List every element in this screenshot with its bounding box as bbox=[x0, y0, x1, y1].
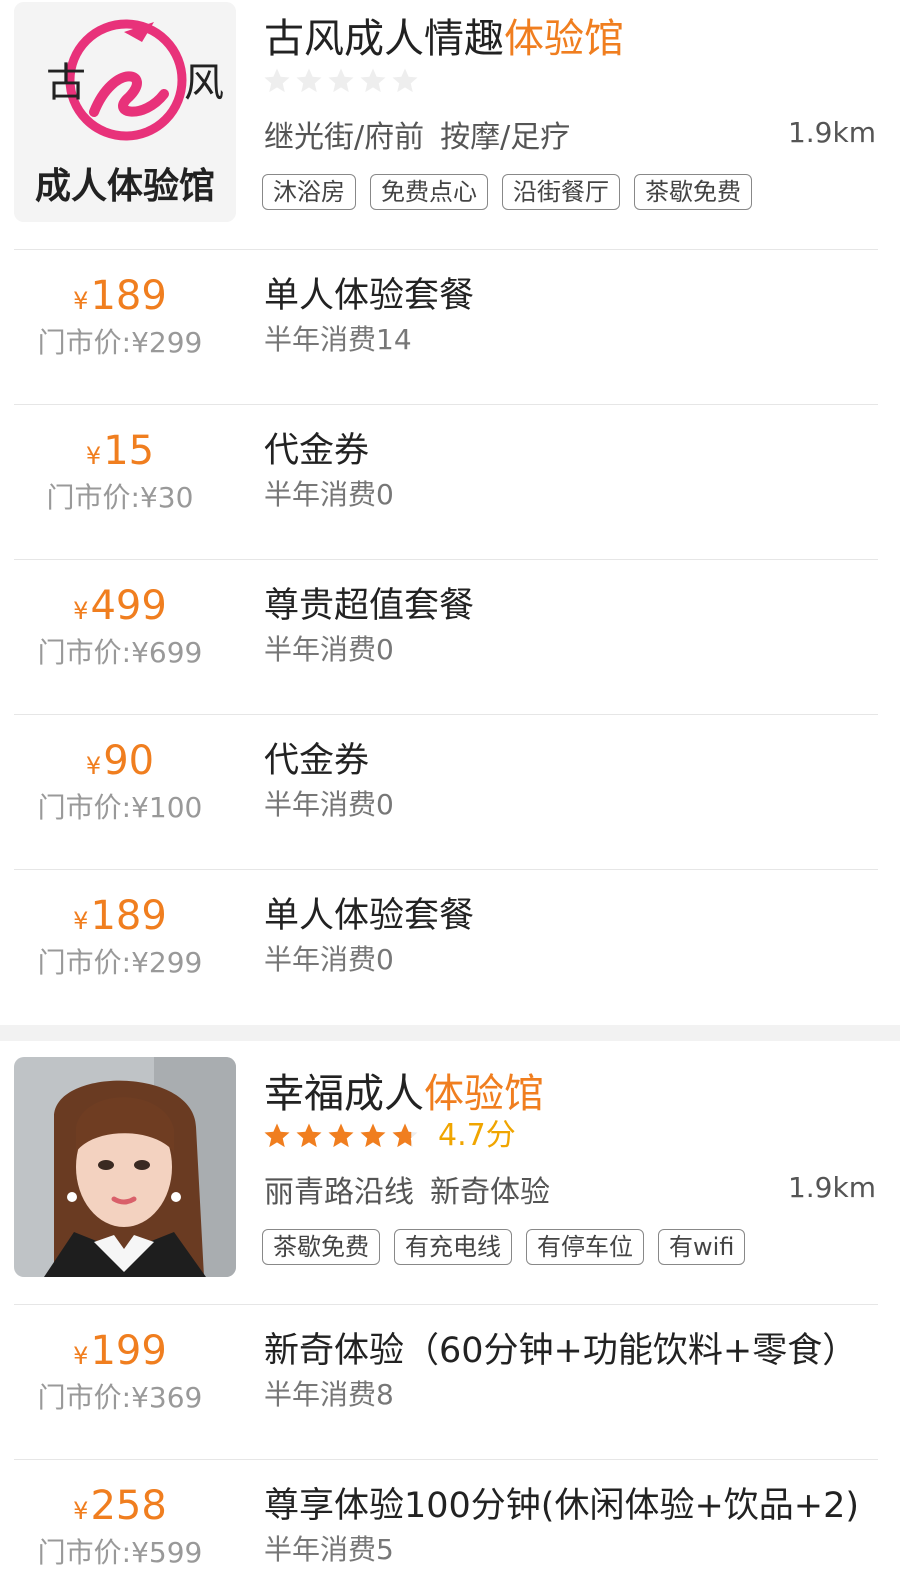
store-title-prefix: 古风成人情趣 bbox=[264, 16, 504, 62]
deal-original-price: 门市价:¥699 bbox=[37, 636, 203, 669]
deal-title: 新奇体验（60分钟+功能饮料+零食） bbox=[264, 1331, 858, 1371]
store-distance: 1.9km bbox=[787, 1171, 876, 1204]
star-empty-icon bbox=[360, 68, 386, 93]
deal-sales: 半年消费14 bbox=[264, 323, 412, 356]
deal-row[interactable]: ¥499 门市价:¥699 尊贵超值套餐 半年消费0 bbox=[0, 560, 900, 715]
deal-sales: 半年消费0 bbox=[264, 478, 394, 511]
rating-stars bbox=[262, 66, 420, 96]
deal-original-price: 门市价:¥369 bbox=[37, 1381, 203, 1414]
logo-text-right: 风 bbox=[184, 60, 224, 106]
deal-row[interactable]: ¥15 门市价:¥30 代金券 半年消费0 bbox=[0, 405, 900, 560]
deal-title: 尊贵超值套餐 bbox=[264, 586, 475, 626]
store-tag: 茶歇免费 bbox=[262, 1229, 380, 1265]
star-filled-icon bbox=[360, 1123, 386, 1148]
store-tag: 有停车位 bbox=[526, 1229, 644, 1265]
deal-price: ¥189 bbox=[73, 893, 167, 939]
deal-original-price: 门市价:¥299 bbox=[37, 326, 203, 359]
star-half-icon bbox=[392, 1123, 418, 1148]
deal-row[interactable]: ¥189 门市价:¥299 单人体验套餐 半年消费0 bbox=[0, 870, 900, 1025]
deal-original-price: 门市价:¥100 bbox=[37, 791, 203, 824]
store-title[interactable]: 幸福成人体验馆 bbox=[264, 1061, 544, 1119]
store-photo-graphic bbox=[14, 1057, 236, 1277]
deal-sales: 半年消费5 bbox=[264, 1533, 394, 1566]
section-gap bbox=[0, 1025, 900, 1041]
deal-row[interactable]: ¥258 门市价:¥599 尊享体验100分钟(休闲体验+饮品+2) 半年消费5 bbox=[0, 1460, 900, 1595]
store-tag: 沐浴房 bbox=[262, 174, 356, 210]
store-photo[interactable] bbox=[14, 1057, 236, 1277]
price-block: ¥499 门市价:¥699 bbox=[14, 582, 226, 671]
deal-price: ¥15 bbox=[85, 428, 155, 474]
star-filled-icon bbox=[328, 1123, 354, 1148]
deal-sales: 半年消费0 bbox=[264, 788, 394, 821]
star-empty-icon bbox=[264, 68, 290, 93]
deal-sales: 半年消费0 bbox=[264, 633, 394, 666]
rating-text: 4.7分 bbox=[438, 1118, 516, 1153]
deal-row[interactable]: ¥189 门市价:¥299 单人体验套餐 半年消费14 bbox=[0, 250, 900, 405]
store-title-highlight: 体验馆 bbox=[504, 16, 624, 62]
store-area: 继光街/府前 bbox=[264, 120, 425, 155]
store-distance: 1.9km bbox=[787, 116, 876, 149]
deal-price: ¥90 bbox=[85, 738, 155, 784]
store-logo[interactable]: 古 风 成人体验馆 bbox=[14, 2, 236, 222]
deal-price: ¥189 bbox=[73, 273, 167, 319]
store-tag: 沿街餐厅 bbox=[502, 174, 620, 210]
store-tag: 茶歇免费 bbox=[634, 174, 752, 210]
store-title[interactable]: 古风成人情趣体验馆 bbox=[264, 6, 624, 64]
store-location: 继光街/府前 按摩/足疗 bbox=[264, 112, 570, 156]
deal-original-price: 门市价:¥299 bbox=[37, 946, 203, 979]
deal-original-price: 门市价:¥599 bbox=[37, 1536, 203, 1569]
store-location: 丽青路沿线 新奇体验 bbox=[264, 1167, 550, 1211]
store-tags: 沐浴房 免费点心 沿街餐厅 茶歇免费 bbox=[262, 174, 752, 210]
deal-price: ¥499 bbox=[73, 583, 167, 629]
store-card[interactable]: 古 风 成人体验馆 古风成人情趣体验馆 继光街/府前 按摩/足疗 1.9km 沐浴… bbox=[0, 0, 900, 1025]
deal-sales: 半年消费0 bbox=[264, 943, 394, 976]
store-title-highlight: 体验馆 bbox=[424, 1071, 544, 1117]
logo-graphic: 古 风 成人体验馆 bbox=[14, 2, 236, 222]
deal-price: ¥199 bbox=[73, 1328, 167, 1374]
deal-title: 代金券 bbox=[264, 431, 370, 471]
price-block: ¥258 门市价:¥599 bbox=[14, 1482, 226, 1571]
deal-row[interactable]: ¥90 门市价:¥100 代金券 半年消费0 bbox=[0, 715, 900, 870]
logo-text-bottom: 成人体验馆 bbox=[35, 165, 215, 207]
store-area: 丽青路沿线 bbox=[264, 1175, 414, 1210]
store-category: 按摩/足疗 bbox=[440, 120, 571, 155]
deal-title: 单人体验套餐 bbox=[264, 896, 475, 936]
star-empty-icon bbox=[328, 68, 354, 93]
price-block: ¥189 门市价:¥299 bbox=[14, 892, 226, 981]
price-block: ¥15 门市价:¥30 bbox=[14, 427, 226, 516]
star-empty-icon bbox=[392, 68, 418, 93]
store-tag: 有wifi bbox=[658, 1229, 746, 1265]
store-tag: 免费点心 bbox=[370, 174, 488, 210]
star-filled-icon bbox=[264, 1123, 290, 1148]
deal-row[interactable]: ¥199 门市价:¥369 新奇体验（60分钟+功能饮料+零食） 半年消费8 bbox=[0, 1305, 900, 1460]
store-header[interactable]: 古 风 成人体验馆 古风成人情趣体验馆 继光街/府前 按摩/足疗 1.9km 沐浴… bbox=[0, 0, 900, 250]
deal-title: 尊享体验100分钟(休闲体验+饮品+2) bbox=[264, 1486, 860, 1526]
deal-price: ¥258 bbox=[73, 1483, 167, 1529]
store-category: 新奇体验 bbox=[430, 1175, 550, 1210]
rating-stars: 4.7分 bbox=[262, 1121, 516, 1151]
store-tags: 茶歇免费 有充电线 有停车位 有wifi bbox=[262, 1229, 746, 1265]
deal-title: 单人体验套餐 bbox=[264, 276, 475, 316]
deal-original-price: 门市价:¥30 bbox=[46, 481, 194, 514]
store-card[interactable]: 幸福成人体验馆 4.7分 丽青路沿线 新奇体验 1.9km 茶歇免费 有充电线 有… bbox=[0, 1055, 900, 1595]
price-block: ¥90 门市价:¥100 bbox=[14, 737, 226, 826]
store-title-prefix: 幸福成人 bbox=[264, 1071, 424, 1117]
deal-sales: 半年消费8 bbox=[264, 1378, 394, 1411]
star-filled-icon bbox=[296, 1123, 322, 1148]
deal-title: 代金券 bbox=[264, 741, 370, 781]
price-block: ¥199 门市价:¥369 bbox=[14, 1327, 226, 1416]
store-tag: 有充电线 bbox=[394, 1229, 512, 1265]
star-empty-icon bbox=[296, 68, 322, 93]
logo-text-left: 古 bbox=[46, 60, 86, 106]
store-header[interactable]: 幸福成人体验馆 4.7分 丽青路沿线 新奇体验 1.9km 茶歇免费 有充电线 有… bbox=[0, 1055, 900, 1305]
price-block: ¥189 门市价:¥299 bbox=[14, 272, 226, 361]
